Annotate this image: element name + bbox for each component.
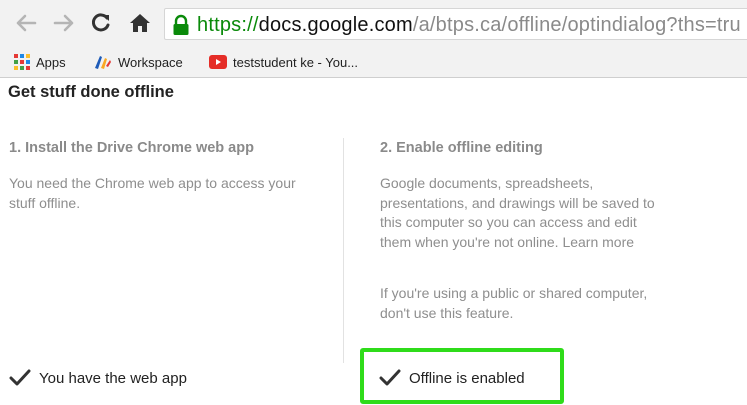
address-bar[interactable]: https://docs.google.com/a/btps.ca/offlin… [164,8,747,40]
url-scheme: https:// [197,14,259,36]
arrow-right-icon [53,14,74,32]
url-path: /a/btps.ca/offline/optindialog?ths=tru [412,14,741,36]
home-icon [130,14,150,32]
step1-description: You need the Chrome web app to access yo… [9,175,296,211]
reload-icon [92,13,110,32]
browser-toolbar: https://docs.google.com/a/btps.ca/offlin… [0,0,747,46]
web-app-status-label: You have the web app [39,369,187,387]
bookmarks-bar: Apps Workspace teststudent ke - You... [0,46,747,78]
bookmark-workspace-label: Workspace [118,54,183,70]
checkmark-icon [9,369,31,386]
page-title: Get stuff done offline [8,83,174,101]
step1-title: 1. Install the Drive Chrome web app [9,140,254,156]
workspace-logo-icon [95,56,111,69]
offline-status: Offline is enabled [379,366,525,390]
column-divider [343,138,344,363]
bookmark-apps[interactable]: Apps [14,53,66,71]
url-text: https://docs.google.com/a/btps.ca/offlin… [197,13,741,37]
offline-status-label: Offline is enabled [409,369,525,387]
apps-grid-icon [14,54,30,70]
youtube-icon [209,55,227,69]
step2-title: 2. Enable offline editing [380,140,543,156]
lock-icon [173,14,189,35]
web-app-status: You have the web app [9,366,187,390]
bookmark-youtube[interactable]: teststudent ke - You... [209,53,358,71]
step2-description: Google documents, spreadsheets, presenta… [380,175,655,250]
home-button[interactable] [126,9,154,37]
bookmark-workspace[interactable]: Workspace [94,53,183,71]
reload-button[interactable] [88,9,114,37]
bookmark-youtube-label: teststudent ke - You... [233,54,359,70]
arrow-left-icon [16,14,37,32]
bookmark-apps-label: Apps [36,54,66,70]
back-button[interactable] [14,9,38,37]
checkmark-icon [379,369,401,386]
url-host: docs.google.com [258,14,413,36]
step2-warning: If you're using a public or shared compu… [380,285,648,321]
forward-button[interactable] [52,9,76,37]
